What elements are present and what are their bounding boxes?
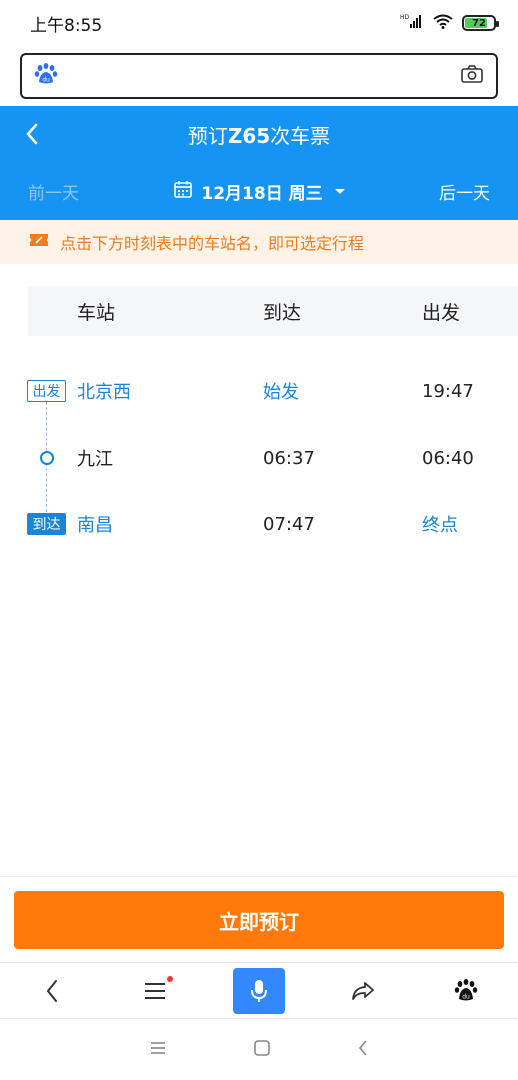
header-station: 车站: [77, 301, 116, 324]
chevron-left-icon: [26, 123, 38, 145]
table-row: 九江 06:37 06:40: [0, 438, 518, 478]
system-back-button[interactable]: [357, 1039, 369, 1061]
network-label: HD: [400, 14, 410, 21]
table-header: 车站 到达 出发: [28, 286, 518, 336]
title-suffix: 次车票: [270, 123, 331, 148]
title-prefix: 预订: [187, 123, 228, 148]
status-bar: 上午8:55 HD 72: [0, 0, 518, 46]
system-nav-bar: [0, 1018, 518, 1080]
next-day-button[interactable]: 后一天: [439, 179, 490, 204]
depart-time: 终点: [422, 515, 458, 536]
menu-icon: [145, 982, 166, 999]
date-row: 前一天 12月18日 周三 后一天: [0, 162, 518, 220]
baidu-home-button[interactable]: du: [440, 968, 492, 1014]
svg-text:du: du: [462, 993, 470, 1000]
table-row: 到达 南昌 07:47 终点: [0, 504, 518, 544]
battery-icon: 72: [462, 15, 499, 31]
status-time: 上午8:55: [30, 15, 103, 36]
menu-button[interactable]: [129, 968, 181, 1014]
home-square-icon: [254, 1039, 270, 1056]
calendar-icon: [173, 179, 193, 204]
header-depart: 出发: [422, 301, 461, 324]
baidu-paw-icon: du: [34, 63, 58, 89]
station-name[interactable]: 南昌: [77, 504, 113, 544]
arrive-time: 06:37: [263, 447, 315, 469]
tip-banner: 点击下方时刻表中的车站名，即可选定行程: [0, 220, 518, 264]
battery-level: 72: [472, 17, 486, 29]
ticket-icon: [28, 231, 50, 253]
depart-time: 19:47: [422, 380, 474, 402]
camera-icon[interactable]: [460, 64, 484, 88]
book-bar: 立即预订: [0, 876, 518, 962]
search-bar[interactable]: du: [20, 53, 498, 99]
arrive-tag: 到达: [27, 513, 66, 535]
caret-down-icon: [334, 188, 345, 194]
baidu-paw-icon: du: [454, 978, 478, 1000]
home-button[interactable]: [253, 1039, 271, 1061]
wifi-icon: [432, 13, 454, 34]
tip-text: 点击下方时刻表中的车站名，即可选定行程: [60, 234, 365, 253]
share-button[interactable]: [337, 968, 389, 1014]
header-top: 预订Z65次车票: [0, 106, 518, 162]
depart-time: 06:40: [422, 447, 474, 469]
back-button[interactable]: [16, 118, 48, 150]
header: 预订Z65次车票 前一天 12月18日 周三 后一天: [0, 106, 518, 220]
toolbar-back-button[interactable]: [26, 968, 78, 1014]
arrive-time: 始发: [263, 382, 299, 403]
station-name[interactable]: 九江: [77, 438, 113, 478]
signal-icon: HD: [400, 13, 424, 34]
chevron-left-icon: [358, 1039, 367, 1056]
stop-dot-icon: [40, 451, 54, 465]
station-name[interactable]: 北京西: [77, 371, 131, 411]
book-now-button[interactable]: 立即预订: [14, 891, 504, 949]
chevron-left-icon: [46, 979, 57, 1002]
menu-icon: [151, 1042, 165, 1054]
status-icons: HD 72: [400, 13, 499, 34]
table-row: 出发 北京西 始发 19:47: [0, 371, 518, 411]
browser-toolbar: du: [0, 962, 518, 1018]
mic-icon: [250, 979, 267, 1002]
arrive-time: 07:47: [263, 513, 315, 535]
date-selector[interactable]: 12月18日 周三: [173, 179, 345, 204]
notification-dot: [167, 975, 174, 982]
train-number: Z65: [227, 123, 271, 148]
recents-button[interactable]: [149, 1040, 167, 1059]
share-icon: [351, 981, 374, 1000]
page-title: 预订Z65次车票: [188, 120, 330, 149]
depart-tag: 出发: [27, 380, 66, 402]
prev-day-button[interactable]: 前一天: [28, 179, 79, 204]
search-input[interactable]: [68, 67, 450, 85]
header-arrive: 到达: [263, 301, 302, 324]
svg-text:du: du: [42, 77, 50, 84]
voice-search-button[interactable]: [232, 967, 285, 1014]
selected-date: 12月18日 周三: [201, 183, 323, 204]
